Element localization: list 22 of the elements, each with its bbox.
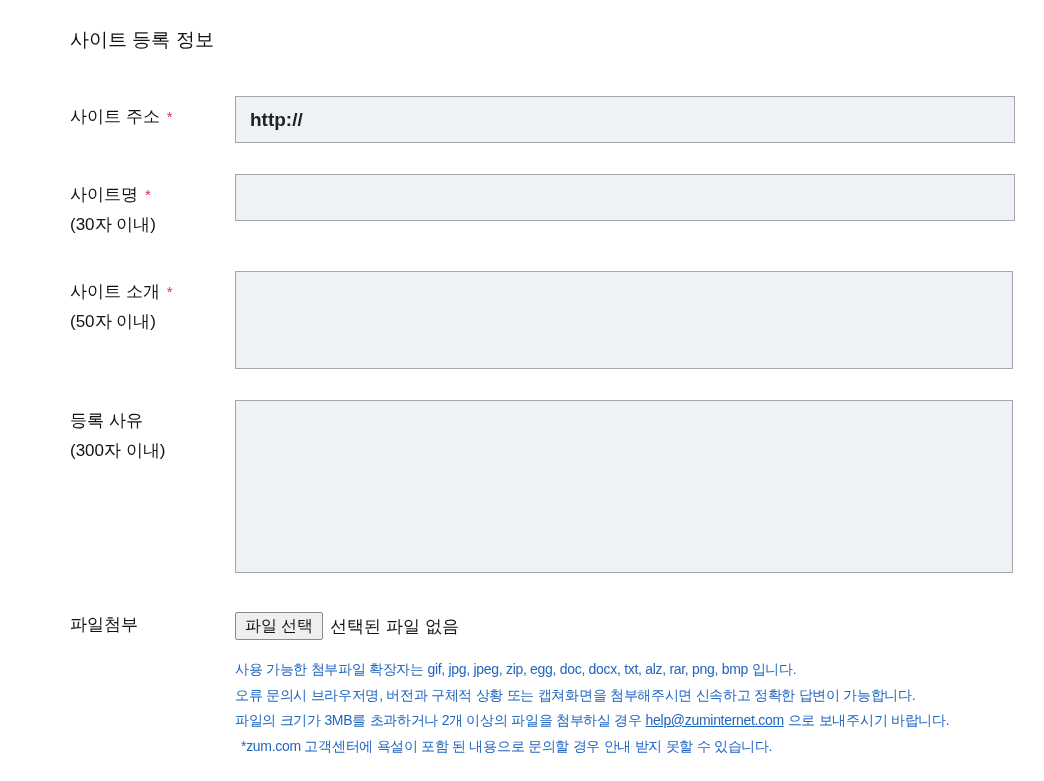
- field-label: 등록 사유: [70, 411, 143, 430]
- email-link[interactable]: help@zuminternet.com: [645, 712, 784, 728]
- section-title: 사이트 등록 정보: [70, 28, 214, 52]
- required-mark: *: [166, 283, 173, 300]
- field-label: 파일첨부: [70, 615, 138, 634]
- notice-text: 파일의 크기가 3MB를 초과하거나 2개 이상의 파일을 첨부하실 경우 help@zuminternet.com 으로 보내주시기 바랍니다.: [235, 711, 950, 730]
- length-hint: (50자 이내): [70, 311, 156, 333]
- notice-text: 사용 가능한 첨부파일 확장자는 gif, jpg, jpeg, zip, egg, doc, docx, txt, alz, rar, png, bmp 입니다.: [235, 660, 797, 679]
- text-area[interactable]: [235, 271, 1013, 369]
- length-hint: (300자 이내): [70, 440, 166, 462]
- required-mark: *: [166, 108, 173, 125]
- notice-text: *zum.com 고객센터에 욕설이 포함 된 내용으로 문의할 경우 안내 받지 못할 수 있습니다.: [240, 736, 773, 756]
- required-mark: *: [145, 186, 151, 203]
- field-label: 사이트 소개: [70, 282, 160, 301]
- length-hint: (30자 이내): [70, 214, 156, 236]
- field-label: 사이트명: [70, 185, 138, 204]
- field-label: 사이트 주소: [70, 107, 160, 126]
- file-select-button[interactable]: 파일 선택: [235, 612, 324, 640]
- notice-text: 오류 문의시 브라우저명, 버전과 구체적 상황 또는 캡쳐화면을 첨부해주시면 신속하고 정확한 답변이 가능합니다.: [235, 685, 916, 705]
- text-input[interactable]: [235, 174, 1015, 221]
- text-input[interactable]: http://: [235, 96, 1015, 143]
- file-status-text: 선택된 파일 없음: [330, 615, 459, 638]
